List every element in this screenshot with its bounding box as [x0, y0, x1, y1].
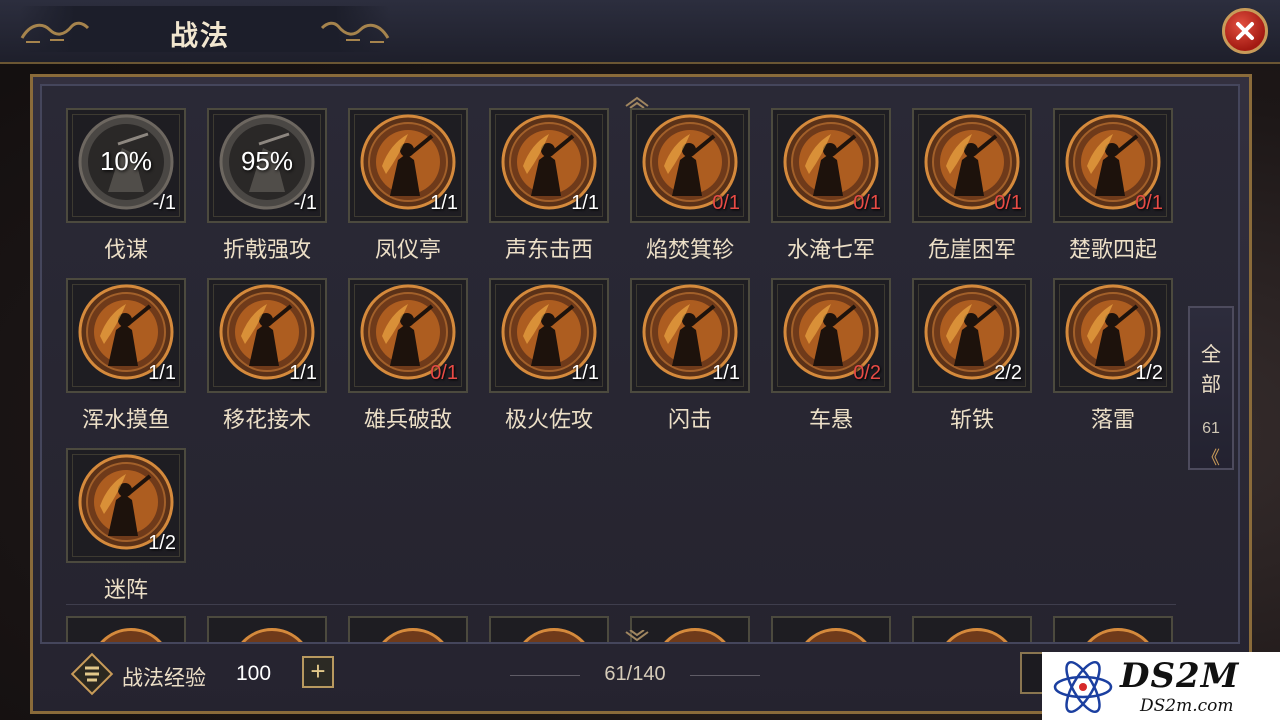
filter-tab-label-1: 全: [1201, 344, 1221, 366]
page-count: 61/140: [604, 663, 666, 685]
skill-name: 车悬: [808, 407, 853, 432]
filter-tab-count: 61: [1202, 420, 1220, 437]
watermark-brand: DS2M: [1120, 656, 1240, 696]
skill-name: 迷阵: [103, 577, 148, 602]
skill-exp-icon: [70, 652, 114, 696]
skill-progress-percent: 95%: [240, 146, 294, 176]
skill-count: -/1: [293, 192, 317, 214]
skill-card[interactable]: 0/1 危崖困军: [912, 108, 1032, 262]
filter-tab-label-2: 部: [1201, 374, 1221, 396]
divider: [690, 675, 760, 676]
skill-count: 1/1: [430, 192, 458, 214]
skill-card-partial: [207, 616, 327, 642]
dragon-ornament-icon: [320, 21, 390, 43]
add-exp-button[interactable]: +: [302, 656, 334, 688]
double-chevron-left-icon: 《: [1202, 448, 1220, 468]
title-plate: 战法: [20, 6, 390, 52]
divider: [510, 675, 580, 676]
skill-card[interactable]: 1/2 落雷: [1053, 278, 1173, 432]
skill-card-partial: [912, 616, 1032, 642]
skill-count: -/1: [152, 192, 176, 214]
skill-name: 移花接木: [222, 407, 311, 432]
atom-logo-icon: [1053, 660, 1113, 714]
skill-card[interactable]: 1/1 浑水摸鱼: [66, 278, 186, 432]
watermark-domain: DS2m.com: [1140, 696, 1234, 716]
skill-card[interactable]: 0/1 楚歌四起: [1053, 108, 1173, 262]
skill-count: 0/2: [853, 362, 881, 384]
skill-name: 落雷: [1090, 407, 1135, 432]
skill-name: 声东击西: [504, 237, 593, 262]
skill-card[interactable]: 1/1 极火佐攻: [489, 278, 609, 432]
skill-name: 楚歌四起: [1068, 237, 1157, 262]
skill-name: 伐谋: [103, 237, 148, 262]
close-button[interactable]: [1222, 8, 1268, 54]
skill-card[interactable]: 10% -/1 伐谋: [66, 108, 186, 262]
skill-count: 1/1: [571, 362, 599, 384]
skill-card[interactable]: 2/2 斩铁: [912, 278, 1032, 432]
skill-name: 危崖困军: [927, 237, 1016, 262]
skill-card-partial: [771, 616, 891, 642]
skill-count: 1/1: [148, 362, 176, 384]
skill-card[interactable]: 1/1 声东击西: [489, 108, 609, 262]
skill-card[interactable]: 0/1 雄兵破敌: [348, 278, 468, 432]
skill-name: 极火佐攻: [504, 407, 593, 432]
skill-name: 斩铁: [949, 407, 994, 432]
skill-card[interactable]: 0/1 焰焚箕轸: [630, 108, 750, 262]
skill-card[interactable]: 0/1 水淹七军: [771, 108, 891, 262]
divider: [66, 604, 1176, 605]
skill-count: 0/1: [712, 192, 740, 214]
close-icon: [1236, 22, 1254, 40]
dragon-ornament-icon: [20, 21, 90, 43]
page-title: 战法: [170, 20, 231, 51]
skill-count: 0/1: [430, 362, 458, 384]
skill-name: 凤仪亭: [374, 237, 441, 262]
watermark-logo: DS2M DS2m.com: [1042, 652, 1280, 720]
skill-card[interactable]: 1/2 迷阵: [66, 448, 186, 602]
scroll-down-icon[interactable]: [622, 630, 652, 644]
skill-card-partial: [1053, 616, 1173, 642]
skill-exp-label: 战法经验: [122, 667, 206, 690]
skill-name: 浑水摸鱼: [81, 407, 170, 432]
skill-exp-value: 100: [236, 662, 272, 685]
skill-card[interactable]: 0/2 车悬: [771, 278, 891, 432]
skill-name: 雄兵破敌: [363, 407, 452, 432]
skill-count: 0/1: [853, 192, 881, 214]
skill-count: 0/1: [1135, 192, 1163, 214]
top-bar: 战法: [0, 0, 1280, 64]
game-screen: 战法 10% -/1 伐谋 95% -/1 折戟强攻 1/1 凤仪亭 1/1 声…: [0, 0, 1280, 720]
skill-card-partial: [348, 616, 468, 642]
skill-count: 1/2: [1135, 362, 1163, 384]
skill-card-partial: [489, 616, 609, 642]
skill-count: 1/1: [712, 362, 740, 384]
scroll-up-icon[interactable]: [622, 94, 652, 108]
skill-count: 2/2: [994, 362, 1022, 384]
skill-card[interactable]: 1/1 闪击: [630, 278, 750, 432]
skill-name: 折戟强攻: [222, 237, 311, 262]
page-indicator: 61/140: [510, 663, 760, 686]
skill-name: 闪击: [667, 407, 712, 432]
skill-count: 0/1: [994, 192, 1022, 214]
skill-card[interactable]: 95% -/1 折戟强攻: [207, 108, 327, 262]
filter-all-tab[interactable]: 全 部 61 《: [1188, 306, 1234, 470]
skill-count: 1/1: [289, 362, 317, 384]
skill-card-partial: [66, 616, 186, 642]
skill-name: 焰焚箕轸: [645, 237, 734, 262]
skill-count: 1/2: [148, 532, 176, 554]
skill-progress-percent: 10%: [99, 146, 153, 176]
skill-count: 1/1: [571, 192, 599, 214]
skill-card[interactable]: 1/1 移花接木: [207, 278, 327, 432]
skill-name: 水淹七军: [786, 237, 875, 262]
skill-card[interactable]: 1/1 凤仪亭: [348, 108, 468, 262]
